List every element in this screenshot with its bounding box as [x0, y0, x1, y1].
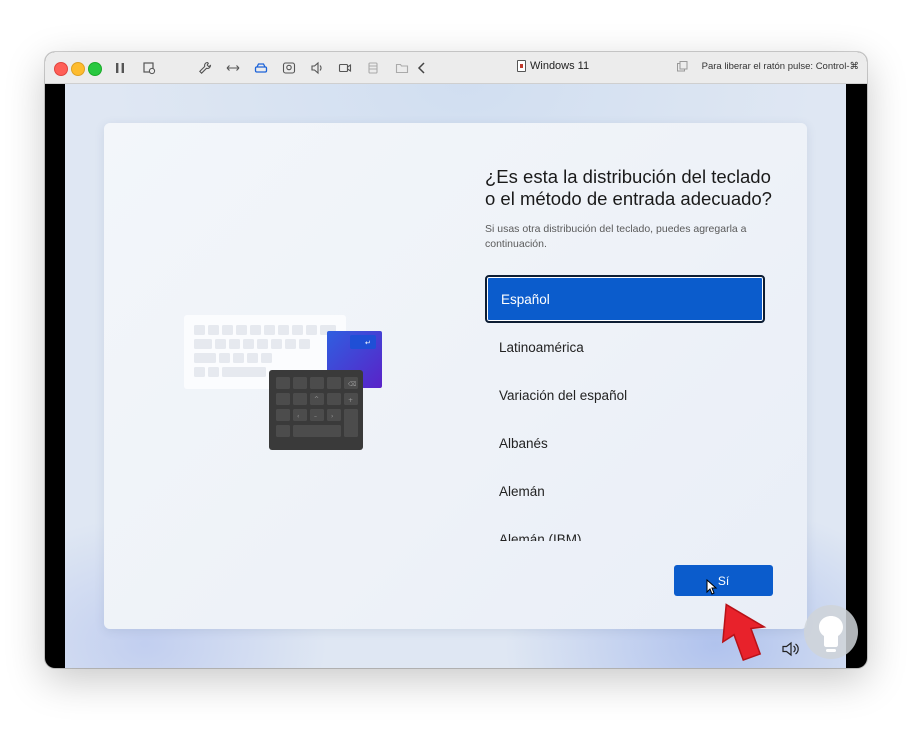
list-item[interactable]: Español: [485, 275, 765, 323]
usb-icon[interactable]: [363, 58, 383, 78]
vm-screen[interactable]: ↵ ⌫ ^ + ‹ – › ¿Es esta la distribución d…: [65, 84, 846, 668]
list-item[interactable]: Alemán: [485, 467, 765, 515]
vm-window: Windows 11 Para liberar el ratón pulse: …: [45, 52, 867, 668]
logo-watermark: [804, 605, 858, 659]
list-item[interactable]: Variación del español: [485, 371, 765, 419]
page-title: ¿Es esta la distribución del teclado o e…: [485, 166, 772, 209]
keyboard-illustration: ↵ ⌫ ^ + ‹ – ›: [184, 315, 382, 450]
oobe-card: ↵ ⌫ ^ + ‹ – › ¿Es esta la distribución d…: [104, 123, 807, 629]
copy-icon[interactable]: [677, 61, 688, 72]
resize-icon[interactable]: [223, 58, 243, 78]
yes-button[interactable]: Sí: [674, 565, 773, 596]
window-title: Windows 11: [517, 60, 589, 72]
mouse-release-hint: Para liberar el ratón pulse: Control-⌘: [701, 61, 859, 72]
vm-titlebar: Windows 11 Para liberar el ratón pulse: …: [45, 52, 867, 84]
keyboard-layout-list[interactable]: Español Latinoamérica Variación del espa…: [485, 275, 765, 541]
volume-icon[interactable]: [782, 641, 800, 657]
page-subtitle: Si usas otra distribución del teclado, p…: [485, 223, 747, 250]
svg-text:^: ^: [314, 396, 319, 403]
annotation-arrow-icon: [721, 603, 767, 662]
close-window-button[interactable]: [54, 62, 68, 76]
vm-document-icon: [517, 60, 526, 72]
svg-text:‹: ‹: [297, 413, 299, 420]
folder-icon[interactable]: [392, 58, 412, 78]
svg-text:–: –: [314, 413, 317, 420]
svg-text:+: +: [348, 397, 353, 404]
svg-text:↵: ↵: [365, 339, 371, 347]
minimize-window-button[interactable]: [71, 62, 85, 76]
snapshot-icon[interactable]: [139, 58, 159, 78]
yes-button-label: Sí: [717, 573, 730, 588]
list-item[interactable]: Albanés: [485, 419, 765, 467]
window-title-text: Windows 11: [530, 60, 590, 72]
hard-drive-icon[interactable]: [251, 58, 271, 78]
video-icon[interactable]: [335, 58, 355, 78]
pause-icon[interactable]: [110, 58, 130, 78]
zoom-window-button[interactable]: [88, 62, 102, 76]
wrench-icon[interactable]: [195, 58, 215, 78]
svg-text:›: ›: [331, 413, 333, 420]
back-chevron-icon[interactable]: [412, 58, 432, 78]
list-item[interactable]: Alemán (IBM): [485, 515, 765, 542]
mouse-cursor-icon: [706, 579, 718, 595]
list-item[interactable]: Latinoamérica: [485, 323, 765, 371]
camera-icon[interactable]: [279, 58, 299, 78]
speaker-icon[interactable]: [307, 58, 327, 78]
svg-text:⌫: ⌫: [347, 381, 356, 388]
